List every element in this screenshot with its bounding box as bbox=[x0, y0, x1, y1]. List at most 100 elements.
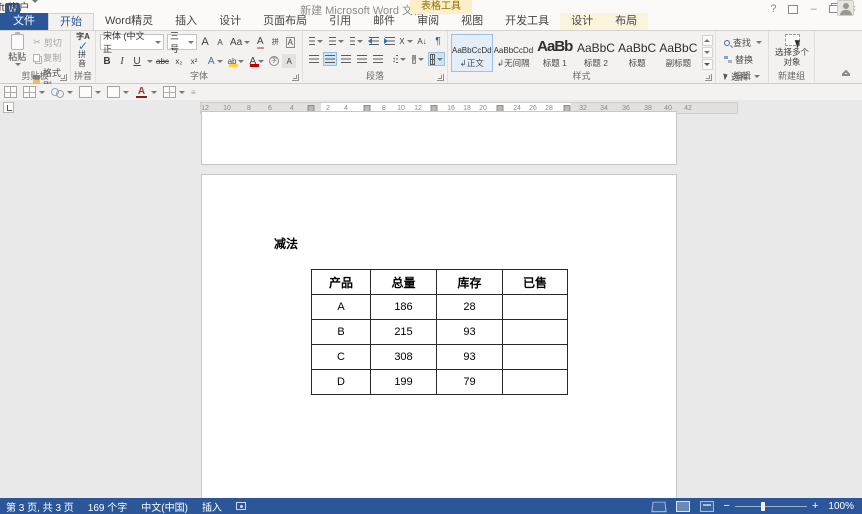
table-header-cell[interactable]: 已售 bbox=[503, 270, 568, 295]
clipboard-dialog-launcher-icon[interactable] bbox=[60, 74, 67, 81]
styles-scroll-up-icon[interactable] bbox=[702, 35, 713, 46]
language-indicator[interactable]: 中文(中国) bbox=[141, 499, 188, 514]
pinyin-button[interactable]: 字A ✓ 拼音 bbox=[71, 33, 95, 68]
asian-layout-button[interactable]: X bbox=[399, 34, 413, 48]
table-cell[interactable]: D bbox=[312, 370, 371, 395]
decrease-indent-button[interactable] bbox=[367, 34, 381, 48]
font-name-combobox[interactable]: 宋体 (中文正 bbox=[100, 34, 164, 50]
table-tool-button[interactable] bbox=[23, 86, 45, 98]
subscript-button[interactable]: x₂ bbox=[172, 54, 186, 68]
stamp-tool-button[interactable]: A bbox=[135, 86, 157, 98]
web-layout-icon[interactable] bbox=[700, 501, 714, 512]
account-avatar[interactable] bbox=[837, 0, 854, 16]
table-header-cell[interactable]: 总量 bbox=[371, 270, 437, 295]
table-cell[interactable]: A bbox=[312, 295, 371, 320]
clipboard-tool-button[interactable] bbox=[79, 86, 101, 98]
table-cell[interactable]: C bbox=[312, 345, 371, 370]
line-spacing-button[interactable]: ↕ bbox=[390, 52, 408, 66]
zoom-out-button[interactable]: − bbox=[724, 501, 730, 511]
font-color-button[interactable]: A bbox=[247, 54, 266, 68]
text-effects-button[interactable]: A bbox=[206, 54, 225, 68]
style-title[interactable]: AaBbC 标题 bbox=[617, 34, 658, 72]
table-cell[interactable]: B bbox=[312, 320, 371, 345]
table-cell[interactable] bbox=[503, 345, 568, 370]
table-cell[interactable]: 28 bbox=[437, 295, 503, 320]
table-header-cell[interactable]: 产品 bbox=[312, 270, 371, 295]
enclose-character-button[interactable]: 字 bbox=[267, 54, 281, 68]
zoom-in-button[interactable]: + bbox=[812, 501, 818, 511]
sort-button[interactable]: A↓ bbox=[415, 34, 429, 48]
style-subtitle[interactable]: AaBbC 副标题 bbox=[658, 34, 699, 72]
underline-caret-icon[interactable] bbox=[147, 60, 153, 63]
zoom-slider[interactable] bbox=[735, 506, 807, 507]
table-cell[interactable]: 199 bbox=[371, 370, 437, 395]
table-cell[interactable]: 215 bbox=[371, 320, 437, 345]
bullets-button[interactable] bbox=[307, 34, 325, 48]
find-button[interactable]: 查找 bbox=[722, 35, 768, 50]
bold-button[interactable]: B bbox=[100, 54, 114, 68]
style-heading2[interactable]: AaBbC 标题 2 bbox=[575, 34, 616, 72]
toolbar-overflow-icon[interactable]: ≡ bbox=[191, 88, 196, 97]
tab-home[interactable]: 开始 bbox=[48, 13, 94, 30]
page-2-fragment[interactable] bbox=[201, 111, 677, 165]
copy-button[interactable]: 复制 bbox=[31, 50, 70, 65]
table-cell[interactable]: 93 bbox=[437, 345, 503, 370]
pane-icon[interactable] bbox=[4, 86, 17, 98]
table-cell[interactable]: 79 bbox=[437, 370, 503, 395]
borders-button[interactable] bbox=[428, 52, 445, 66]
change-case-button[interactable]: Aa bbox=[228, 35, 252, 49]
align-center-button[interactable] bbox=[323, 52, 337, 66]
zoom-level[interactable]: 100% bbox=[828, 501, 854, 512]
table-cell[interactable] bbox=[503, 295, 568, 320]
italic-button[interactable]: I bbox=[115, 54, 129, 68]
grow-font-button[interactable]: A bbox=[198, 35, 212, 49]
style-normal[interactable]: AaBbCcDd ↲正文 bbox=[451, 34, 493, 72]
character-border-button[interactable]: A bbox=[283, 35, 297, 49]
numbering-button[interactable] bbox=[327, 34, 345, 48]
document-heading[interactable]: 减法 bbox=[274, 235, 298, 252]
product-table[interactable]: 产品 总量 库存 已售 A 186 28 B 215 93 bbox=[311, 269, 568, 395]
align-left-button[interactable] bbox=[307, 52, 321, 66]
align-right-button[interactable] bbox=[339, 52, 353, 66]
show-marks-button[interactable]: ¶ bbox=[431, 34, 445, 48]
clear-formatting-button[interactable]: A bbox=[253, 35, 267, 49]
table-header-cell[interactable]: 库存 bbox=[437, 270, 503, 295]
style-heading1[interactable]: AaBb 标题 1 bbox=[534, 34, 575, 72]
word-count[interactable]: 169 个字 bbox=[88, 499, 127, 514]
character-shading-button[interactable]: A bbox=[282, 54, 296, 68]
font-dialog-launcher-icon[interactable] bbox=[292, 74, 299, 81]
replace-button[interactable]: 替换 bbox=[722, 52, 768, 67]
strikethrough-button[interactable]: abc bbox=[154, 54, 171, 68]
font-size-combobox[interactable]: 三号 bbox=[167, 34, 197, 50]
link-tool-button[interactable] bbox=[51, 86, 73, 98]
page-3[interactable]: 减法 产品 总量 库存 已售 A 186 28 B 215 93 bbox=[201, 174, 677, 504]
table-cell[interactable] bbox=[503, 370, 568, 395]
select-multiple-objects-button[interactable]: 选择多个对象 bbox=[772, 34, 812, 68]
read-mode-icon[interactable] bbox=[652, 501, 666, 512]
styles-dialog-launcher-icon[interactable] bbox=[705, 74, 712, 81]
style-no-spacing[interactable]: AaBbCcDd ↲无间隔 bbox=[493, 34, 535, 72]
table-cell[interactable]: 308 bbox=[371, 345, 437, 370]
distribute-button[interactable] bbox=[371, 52, 385, 66]
underline-button[interactable]: U bbox=[130, 54, 144, 68]
shrink-font-button[interactable]: A bbox=[213, 35, 227, 49]
styles-scroll-down-icon[interactable] bbox=[702, 47, 713, 58]
tab-stop-selector[interactable] bbox=[3, 102, 14, 113]
superscript-button[interactable]: x² bbox=[187, 54, 201, 68]
highlight-button[interactable]: ab bbox=[226, 54, 247, 68]
print-layout-icon[interactable] bbox=[676, 501, 690, 512]
table-cell[interactable]: 186 bbox=[371, 295, 437, 320]
border-tool-button[interactable] bbox=[163, 86, 185, 98]
table-cell[interactable]: 93 bbox=[437, 320, 503, 345]
account-label[interactable]: Microsoft 帐户 bbox=[0, 0, 822, 17]
macro-record-icon[interactable] bbox=[236, 502, 246, 510]
insert-mode-indicator[interactable]: 插入 bbox=[202, 499, 222, 514]
document-tool-button[interactable] bbox=[107, 86, 129, 98]
table-cell[interactable] bbox=[503, 320, 568, 345]
shading-button[interactable] bbox=[410, 52, 426, 66]
phonetic-guide-button[interactable]: 拼 bbox=[268, 35, 282, 49]
zoom-slider-thumb[interactable] bbox=[761, 502, 765, 511]
increase-indent-button[interactable] bbox=[383, 34, 397, 48]
collapse-ribbon-icon[interactable] bbox=[842, 74, 850, 79]
justify-button[interactable] bbox=[355, 52, 369, 66]
